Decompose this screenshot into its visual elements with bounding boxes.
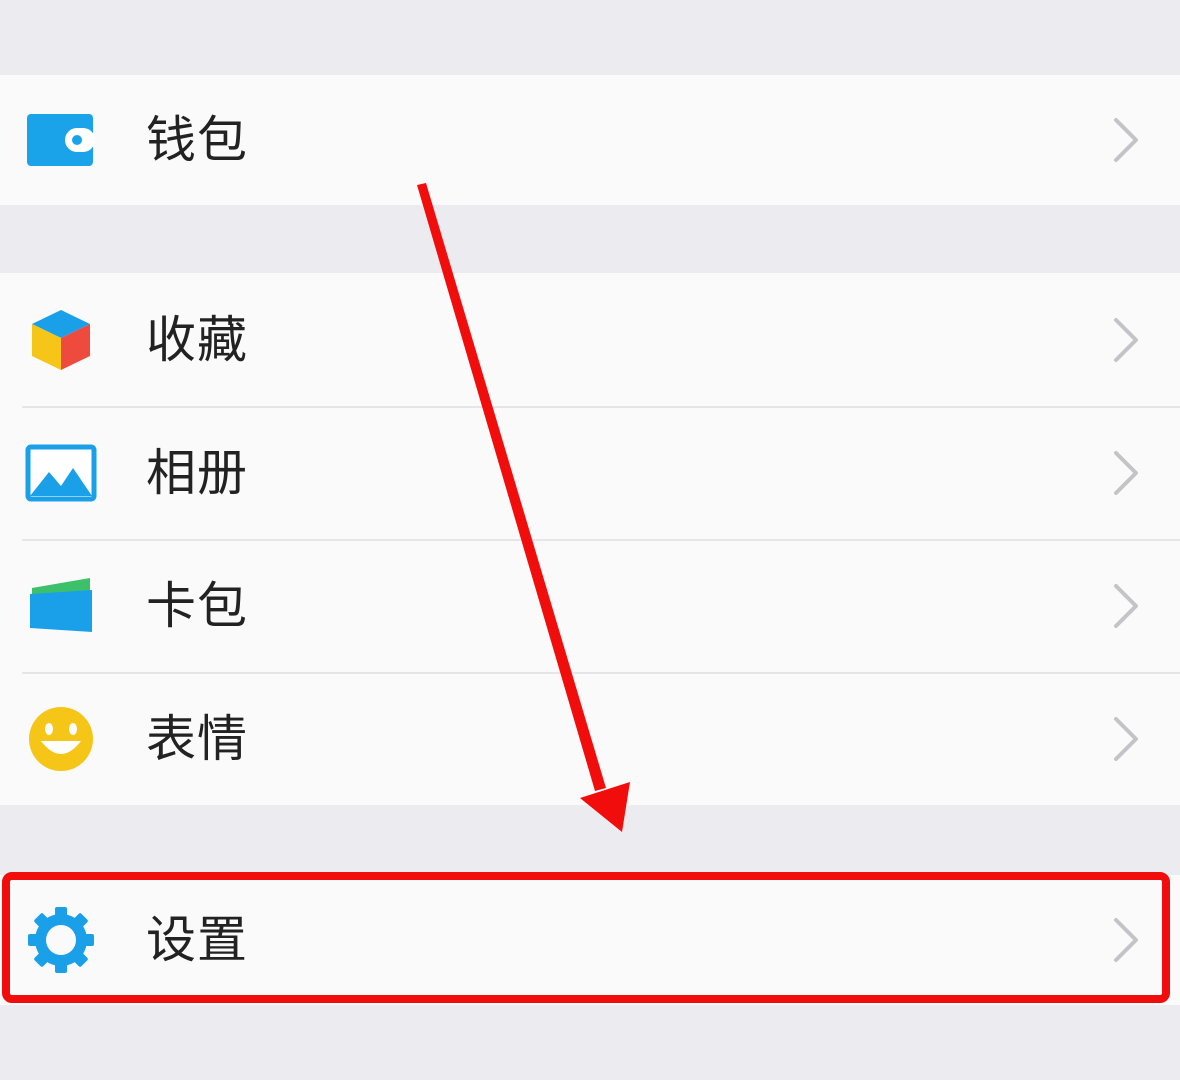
menu-item-label: 表情 <box>146 709 248 768</box>
section-gap <box>0 205 1180 273</box>
menu-item-stickers[interactable]: 表情 <box>0 672 1180 805</box>
menu-item-label: 钱包 <box>146 111 248 169</box>
chevron-right-icon <box>1114 118 1138 162</box>
wallet-group: 钱包 <box>0 75 1180 205</box>
chevron-right-icon <box>1114 450 1138 495</box>
section-gap <box>0 805 1180 875</box>
chevron-right-icon <box>1114 583 1138 628</box>
menu-item-label: 卡包 <box>146 576 248 635</box>
chevron-right-icon <box>1114 317 1138 362</box>
menu-item-label: 设置 <box>146 911 248 969</box>
wallet-icon <box>25 104 97 176</box>
favorites-cube-icon <box>25 304 97 376</box>
top-section-gap <box>0 0 1180 75</box>
menu-item-album[interactable]: 相册 <box>0 406 1180 539</box>
gear-icon <box>25 904 97 976</box>
card-wallet-icon <box>25 570 97 642</box>
menu-item-card-wallet[interactable]: 卡包 <box>0 539 1180 672</box>
smiley-face-icon <box>25 703 97 775</box>
bottom-section-gap <box>0 1005 1180 1080</box>
album-picture-icon <box>25 437 97 509</box>
chevron-right-icon <box>1114 716 1138 761</box>
features-group: 收藏 相册 卡包 表情 <box>0 273 1180 805</box>
menu-item-label: 收藏 <box>146 310 248 369</box>
settings-group: 设置 <box>0 875 1180 1005</box>
menu-item-settings[interactable]: 设置 <box>0 875 1180 1005</box>
menu-item-label: 相册 <box>146 443 248 502</box>
menu-item-favorites[interactable]: 收藏 <box>0 273 1180 406</box>
menu-item-wallet[interactable]: 钱包 <box>0 75 1180 205</box>
chevron-right-icon <box>1114 918 1138 962</box>
